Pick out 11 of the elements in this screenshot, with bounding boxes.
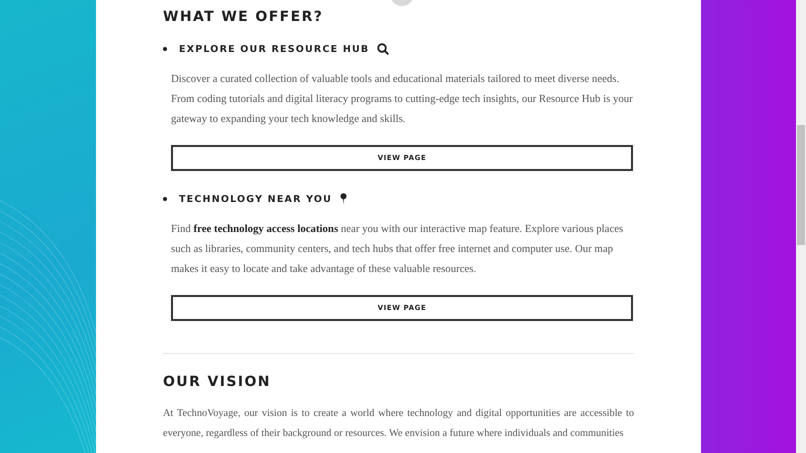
section-heading: OUR VISION — [163, 373, 272, 392]
item-title: TECHNOLOGY NEAR YOU — [179, 194, 332, 204]
search-icon — [377, 43, 390, 55]
scrollbar-thumb[interactable] — [797, 125, 805, 245]
vision-text: At TechnoVoyage, our vision is to create a world where technology and digital opportunities are accessible to everyone, regardless of their background or resources. We envision a future where individuals and communities — [163, 407, 634, 441]
section-heading: WHAT WE OFFER? — [163, 8, 324, 27]
item-title: EXPLORE OUR RESOURCE HUB — [179, 44, 370, 54]
bullet-icon — [163, 47, 167, 51]
bullet-icon — [163, 197, 167, 201]
description-text: Discover a curated collection of valuable tools and educational materials tailored to meet diverse needs. From coding tutorials and digital literacy programs to cutting-edge tech insights, our Resource Hub is your gateway to expanding your tech knowledge and skills. — [171, 72, 634, 127]
description-text: Find free technology access locations near you with our interactive map feature. Explore various places such as libraries, community centers, and tech hubs that offer free internet and computer use. Our map makes it easy to locate and take advantage of these valuable resources. — [171, 222, 624, 277]
